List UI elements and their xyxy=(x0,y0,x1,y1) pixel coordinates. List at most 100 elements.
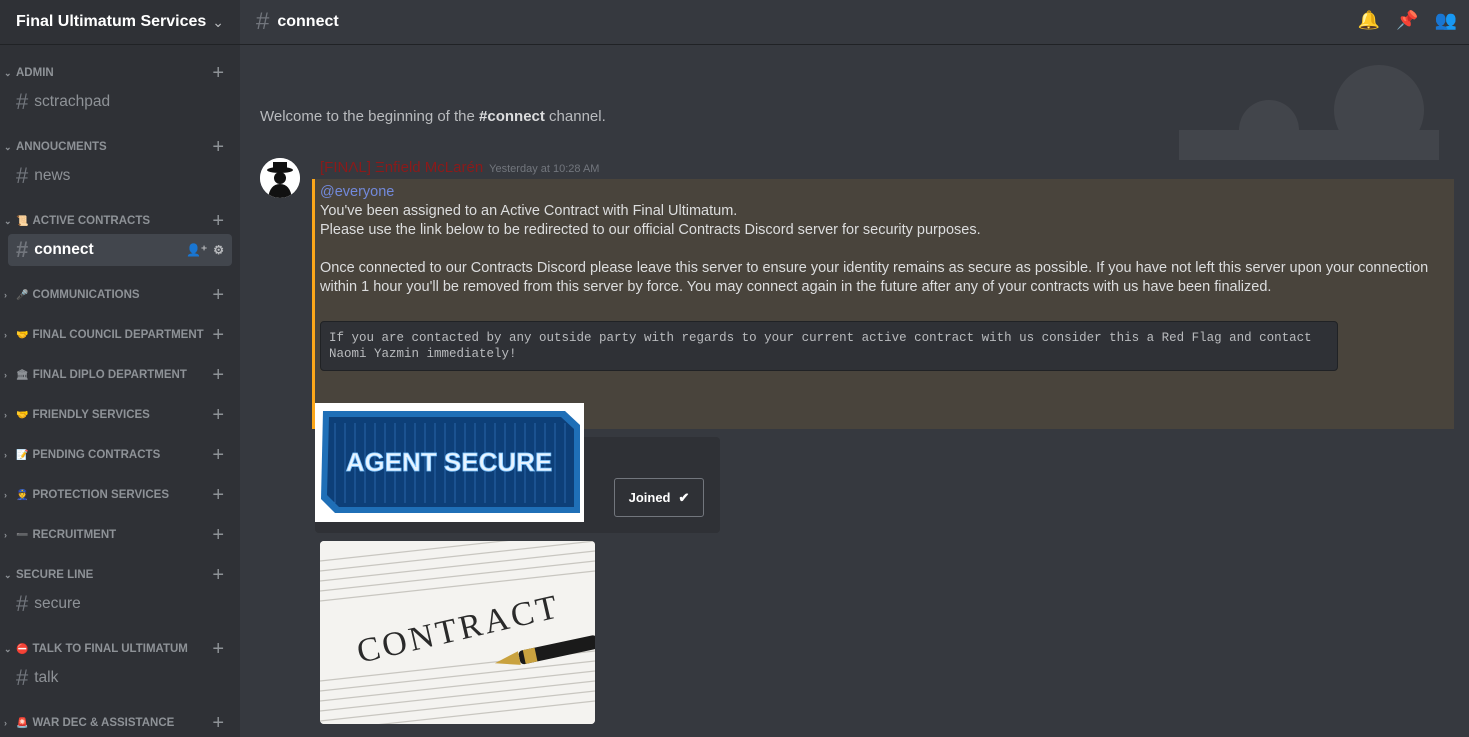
joined-label: Joined xyxy=(628,490,671,505)
add-channel-icon[interactable]: + xyxy=(212,137,224,157)
channel-connect[interactable]: # connect 👤⁺ ⚙ xyxy=(8,234,232,266)
channel-talk[interactable]: # talk xyxy=(8,662,232,694)
hash-icon: # xyxy=(256,8,270,35)
bell-icon[interactable]: 🔔 xyxy=(1358,10,1380,31)
hash-icon: # xyxy=(16,237,29,262)
category-admin[interactable]: ⌄ ADMIN + xyxy=(0,63,240,83)
caret-icon: › xyxy=(4,450,7,460)
caret-icon: › xyxy=(4,370,7,380)
category-recruitment[interactable]: › ➖ RECRUITMENT + xyxy=(0,525,240,545)
welcome-prefix: Welcome to the beginning of the xyxy=(260,108,480,125)
caret-icon: ⌄ xyxy=(4,141,12,152)
category-label: PROTECTION SERVICES xyxy=(32,489,169,501)
joined-button[interactable]: Joined ✔ xyxy=(614,478,704,517)
message-line: Please use the link below to be redirect… xyxy=(320,222,981,238)
add-channel-icon[interactable]: + xyxy=(212,325,224,345)
hash-icon: # xyxy=(16,163,29,188)
server-header[interactable]: Final Ultimatum Services ⌄ xyxy=(0,0,240,45)
category-label: RECRUITMENT xyxy=(32,529,117,541)
microphone-icon: 🎤 xyxy=(16,289,29,301)
server-name: Final Ultimatum Services xyxy=(16,13,207,30)
category-friendly-services[interactable]: › 🤝 FRIENDLY SERVICES + xyxy=(0,405,240,425)
category-talk-to-final-ultimatum[interactable]: ⌄ ⛔ TALK TO FINAL ULTIMATUM + xyxy=(0,639,240,659)
message-line: You've been assigned to an Active Contra… xyxy=(320,203,738,219)
add-channel-icon[interactable]: + xyxy=(212,445,224,465)
add-channel-icon[interactable]: + xyxy=(212,63,224,83)
category-label: FINAL DIPLO DEPARTMENT xyxy=(32,369,187,381)
channel-label: news xyxy=(34,167,71,184)
message-timestamp: Yesterday at 10:28 AM xyxy=(489,163,600,175)
add-channel-icon[interactable]: + xyxy=(212,365,224,385)
category-active-contracts[interactable]: ⌄ 📜 ACTIVE CONTRACTS + xyxy=(0,211,240,231)
welcome-channel: #connect xyxy=(479,108,545,125)
message-author[interactable]: [FINΛL] Ξnfield McLarén xyxy=(320,159,483,176)
channel-label: connect xyxy=(34,241,94,258)
caret-icon: ⌄ xyxy=(4,569,12,580)
message-line: Once connected to our Contracts Discord … xyxy=(320,260,1429,295)
caret-icon: › xyxy=(4,290,7,300)
caret-icon: › xyxy=(4,530,7,540)
add-channel-icon[interactable]: + xyxy=(212,405,224,425)
discord-watermark-icon xyxy=(1179,65,1439,160)
add-channel-icon[interactable]: + xyxy=(212,639,224,659)
category-communications[interactable]: › 🎤 COMMUNICATIONS + xyxy=(0,285,240,305)
caret-icon: ⌄ xyxy=(4,215,12,226)
agent-secure-image[interactable]: AGENT SECURE xyxy=(315,403,584,522)
channel-sidebar: Final Ultimatum Services ⌄ ⌄ ADMIN + # s… xyxy=(0,0,240,737)
contract-image[interactable]: CONTRACT xyxy=(320,541,595,724)
channel-tools: 👤⁺ ⚙ xyxy=(186,243,224,257)
category-label: ANNOUCMENTS xyxy=(16,141,107,153)
channel-header: # connect 🔔 📌 👥 xyxy=(240,0,1469,45)
channel-label: talk xyxy=(34,669,59,686)
category-final-council-department[interactable]: › 🤝 FINAL COUNCIL DEPARTMENT + xyxy=(0,325,240,345)
channel-news[interactable]: # news xyxy=(8,160,232,192)
check-icon: ✔ xyxy=(678,489,690,505)
category-label: ACTIVE CONTRACTS xyxy=(32,215,151,227)
category-pending-contracts[interactable]: › 📝 PENDING CONTRACTS + xyxy=(0,445,240,465)
message-content: @everyone You've been assigned to an Act… xyxy=(320,183,1440,297)
building-icon: 🏛 xyxy=(16,369,29,381)
memo-icon: 📝 xyxy=(16,449,29,461)
code-block: If you are contacted by any outside part… xyxy=(320,321,1338,371)
category-label: COMMUNICATIONS xyxy=(32,289,140,301)
category-label: ADMIN xyxy=(16,67,54,79)
category-protection-services[interactable]: › 👮 PROTECTION SERVICES + xyxy=(0,485,240,505)
siren-icon: 🚨 xyxy=(16,717,29,729)
gear-icon[interactable]: ⚙ xyxy=(213,243,224,257)
category-label: TALK TO FINAL ULTIMATUM xyxy=(32,643,188,655)
chat-area: Welcome to the beginning of the #connect… xyxy=(240,46,1469,737)
agent-secure-text: AGENT SECURE xyxy=(346,447,553,477)
hash-icon: # xyxy=(16,591,29,616)
everyone-mention[interactable]: @everyone xyxy=(320,183,1440,202)
category-final-diplo-department[interactable]: › 🏛 FINAL DIPLO DEPARTMENT + xyxy=(0,365,240,385)
add-channel-icon[interactable]: + xyxy=(212,285,224,305)
category-label: FRIENDLY SERVICES xyxy=(32,409,150,421)
category-label: WAR DEC & ASSISTANCE xyxy=(32,717,175,729)
avatar[interactable] xyxy=(260,158,300,198)
caret-icon: › xyxy=(4,330,7,340)
channel-secure[interactable]: # secure xyxy=(8,588,232,620)
add-channel-icon[interactable]: + xyxy=(212,713,224,733)
caret-icon: ⌄ xyxy=(4,67,12,78)
category-war-dec-assistance[interactable]: › 🚨 WAR DEC & ASSISTANCE + xyxy=(0,713,240,733)
add-channel-icon[interactable]: + xyxy=(212,525,224,545)
caret-icon: ⌄ xyxy=(4,643,12,654)
add-channel-icon[interactable]: + xyxy=(212,485,224,505)
hash-icon: # xyxy=(16,665,29,690)
category-label: FINAL COUNCIL DEPARTMENT xyxy=(32,329,204,341)
pin-icon[interactable]: 📌 xyxy=(1396,10,1418,31)
channel-label: sctrachpad xyxy=(34,93,111,110)
category-annoucments[interactable]: ⌄ ANNOUCMENTS + xyxy=(0,137,240,157)
members-icon[interactable]: 👥 xyxy=(1435,10,1457,31)
category-label: SECURE LINE xyxy=(16,569,94,581)
add-channel-icon[interactable]: + xyxy=(212,565,224,585)
channel-sctrachpad[interactable]: # sctrachpad xyxy=(8,86,232,118)
add-channel-icon[interactable]: + xyxy=(212,211,224,231)
handshake-icon: 🤝 xyxy=(16,409,29,421)
channel-welcome: Welcome to the beginning of the #connect… xyxy=(260,108,606,125)
scroll-icon: 📜 xyxy=(16,215,29,227)
chevron-down-icon[interactable]: ⌄ xyxy=(212,14,224,31)
invite-icon[interactable]: 👤⁺ xyxy=(186,243,207,257)
category-label: PENDING CONTRACTS xyxy=(32,449,161,461)
category-secure-line[interactable]: ⌄ SECURE LINE + xyxy=(0,565,240,585)
